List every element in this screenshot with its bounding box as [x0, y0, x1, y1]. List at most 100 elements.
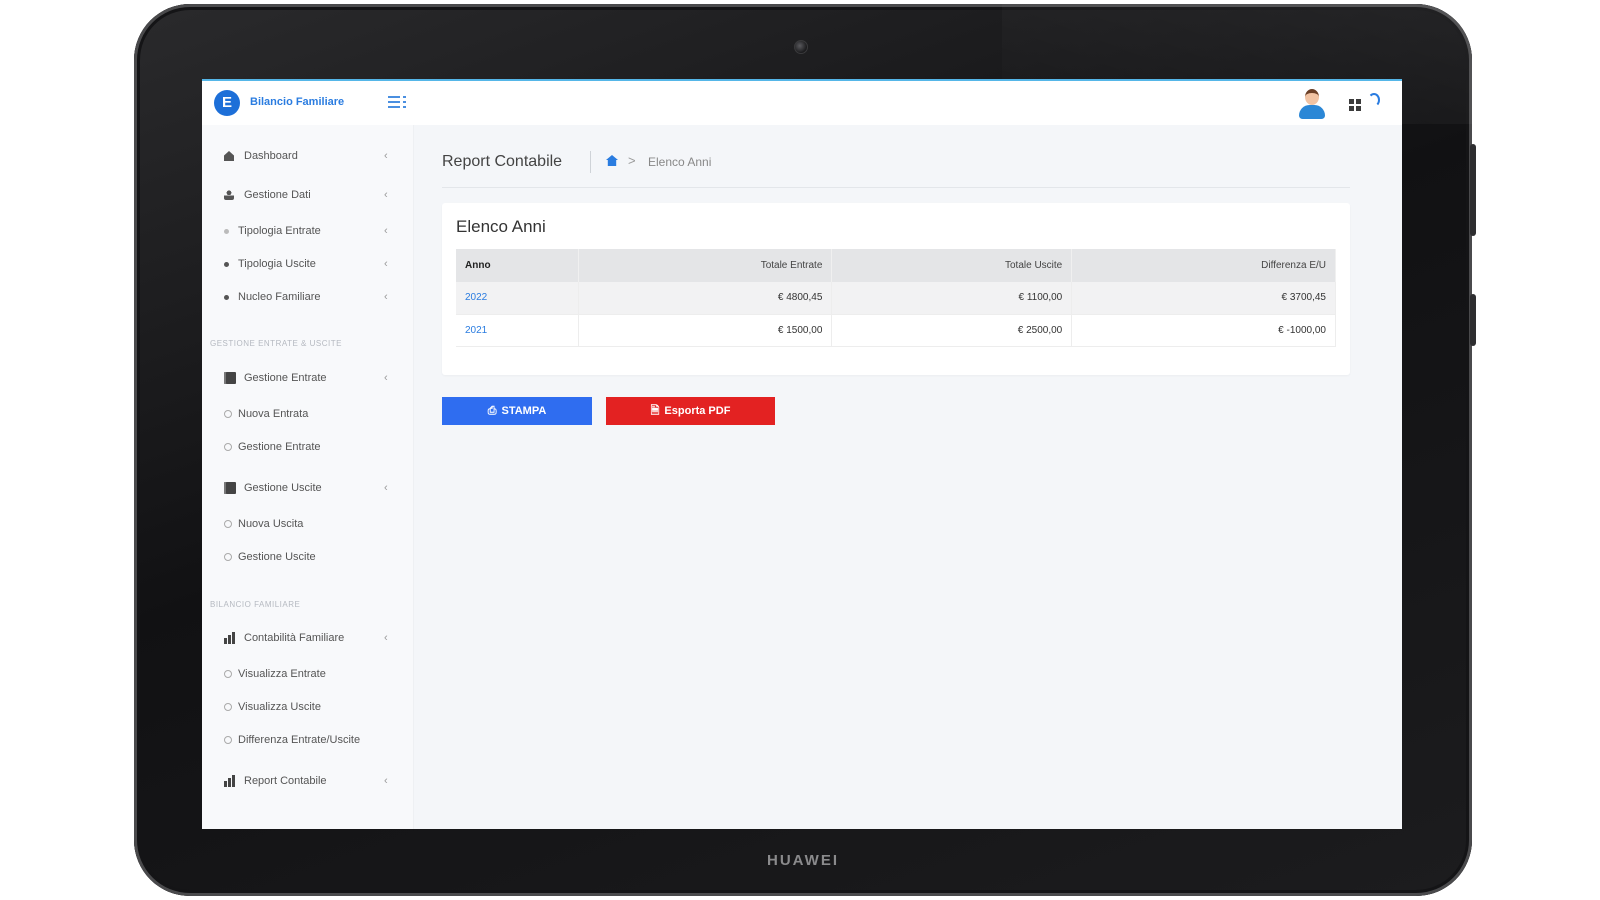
- export-pdf-button[interactable]: 🗎 Esporta PDF: [606, 397, 775, 425]
- dot-icon: [224, 262, 229, 267]
- sidebar-item-tipologia-entrate[interactable]: Tipologia Entrate ‹: [202, 218, 414, 244]
- page-title: Report Contabile: [442, 153, 563, 170]
- chevron-left-icon: ‹: [384, 482, 388, 494]
- sidebar-item-label: Nuova Uscita: [238, 518, 304, 530]
- user-avatar[interactable]: [1297, 89, 1327, 121]
- print-button-label: STAMPA: [501, 405, 547, 417]
- sidebar-item-label: Contabilità Familiare: [244, 632, 345, 644]
- years-card: Elenco Anni Anno Totale Entrate Totale U…: [442, 203, 1350, 375]
- sidebar-subitem-gestione-uscite[interactable]: Gestione Uscite: [202, 544, 414, 570]
- sidebar-item-label: Tipologia Uscite: [238, 258, 316, 270]
- section-label-bilancio: BILANCIO FAMILIARE: [210, 600, 301, 609]
- user-icon: [224, 190, 234, 200]
- sidebar-subitem-nuova-uscita[interactable]: Nuova Uscita: [202, 511, 414, 537]
- top-header: E Bilancio Familiare: [202, 79, 1402, 125]
- sidebar-item-label: Differenza Entrate/Uscite: [238, 734, 361, 746]
- app-logo[interactable]: E: [214, 90, 240, 116]
- app-name[interactable]: Bilancio Familiare: [250, 96, 344, 108]
- sidebar-subitem-nuova-entrata[interactable]: Nuova Entrata: [202, 401, 414, 427]
- menu-toggle-icon[interactable]: [388, 96, 406, 110]
- sidebar-item-report-contabile[interactable]: Report Contabile ‹: [202, 768, 414, 794]
- circle-icon: [224, 410, 232, 418]
- sidebar-subitem-gestione-entrate[interactable]: Gestione Entrate: [202, 434, 414, 460]
- sidebar-item-label: Gestione Dati: [244, 189, 311, 201]
- book-icon: [224, 482, 236, 494]
- sidebar-item-label: Nuova Entrata: [238, 408, 309, 420]
- app-screen: E Bilancio Familiare Dashboard ‹ Gestion…: [202, 79, 1402, 829]
- chevron-left-icon: ‹: [384, 775, 388, 787]
- chevron-left-icon: ‹: [384, 372, 388, 384]
- circle-icon: [224, 736, 232, 744]
- section-label-entrate-uscite: GESTIONE ENTRATE & USCITE: [210, 339, 342, 348]
- column-header-differenza[interactable]: Differenza E/U: [1071, 249, 1336, 282]
- year-link[interactable]: 2021: [465, 325, 487, 336]
- sidebar-item-gestione-entrate[interactable]: Gestione Entrate ‹: [202, 365, 414, 391]
- printer-icon: ⎙: [487, 404, 497, 417]
- entrate-cell: € 1500,00: [578, 314, 833, 347]
- sidebar-item-label: Nucleo Familiare: [238, 291, 321, 303]
- table-header-row: Anno Totale Entrate Totale Uscite Differ…: [456, 249, 1336, 282]
- year-cell: 2021: [456, 314, 579, 347]
- breadcrumb-divider: [590, 151, 591, 173]
- volume-button: [1470, 144, 1476, 236]
- title-divider: [442, 187, 1350, 188]
- circle-icon: [224, 443, 232, 451]
- home-icon: [224, 151, 234, 161]
- dot-icon: [224, 229, 229, 234]
- column-header-totale-uscite[interactable]: Totale Uscite: [831, 249, 1073, 282]
- sidebar-item-label: Tipologia Entrate: [238, 225, 321, 237]
- sidebar-item-gestione-uscite[interactable]: Gestione Uscite ‹: [202, 475, 414, 501]
- chart-icon: [224, 632, 236, 644]
- sidebar-item-label: Gestione Uscite: [238, 551, 316, 563]
- sidebar-item-label: Dashboard: [244, 150, 298, 162]
- main-content: Report Contabile > Elenco Anni Elenco An…: [414, 125, 1402, 829]
- year-link[interactable]: 2022: [465, 292, 487, 303]
- years-table: Anno Totale Entrate Totale Uscite Differ…: [456, 249, 1336, 347]
- sidebar-item-contabilita[interactable]: Contabilità Familiare ‹: [202, 625, 414, 651]
- export-pdf-button-label: Esporta PDF: [664, 405, 731, 417]
- chevron-left-icon: ‹: [384, 189, 388, 201]
- differenza-cell: € 3700,45: [1071, 282, 1336, 315]
- circle-icon: [224, 670, 232, 678]
- sidebar: Dashboard ‹ Gestione Dati ‹ Tipologia En…: [202, 125, 414, 829]
- sidebar-item-dashboard[interactable]: Dashboard ‹: [202, 143, 414, 169]
- entrate-cell: € 4800,45: [578, 282, 833, 315]
- uscite-cell: € 1100,00: [831, 282, 1073, 315]
- sidebar-item-label: Gestione Entrate: [238, 441, 321, 453]
- circle-icon: [224, 520, 232, 528]
- chevron-left-icon: ‹: [384, 291, 388, 303]
- circle-icon: [224, 553, 232, 561]
- sidebar-subitem-visualizza-uscite[interactable]: Visualizza Uscite: [202, 694, 414, 720]
- circle-icon: [224, 703, 232, 711]
- chart-icon: [224, 775, 236, 787]
- chevron-left-icon: ‹: [384, 632, 388, 644]
- column-header-totale-entrate[interactable]: Totale Entrate: [578, 249, 833, 282]
- pdf-file-icon: 🗎: [650, 404, 660, 417]
- sidebar-item-label: Visualizza Uscite: [238, 701, 321, 713]
- sidebar-item-label: Gestione Entrate: [244, 372, 327, 384]
- table-row: 2021 € 1500,00 € 2500,00 € -1000,00: [456, 314, 1336, 347]
- loading-spinner-icon: [1368, 93, 1380, 107]
- sidebar-item-tipologia-uscite[interactable]: Tipologia Uscite ‹: [202, 251, 414, 277]
- sidebar-subitem-differenza[interactable]: Differenza Entrate/Uscite: [202, 727, 414, 753]
- dot-icon: [224, 295, 229, 300]
- apps-grid-icon[interactable]: [1349, 99, 1361, 111]
- sidebar-item-nucleo-familiare[interactable]: Nucleo Familiare ‹: [202, 284, 414, 310]
- sidebar-item-label: Report Contabile: [244, 775, 327, 787]
- home-icon[interactable]: [606, 155, 618, 166]
- differenza-cell: € -1000,00: [1071, 314, 1336, 347]
- device-brand: HUAWEI: [767, 852, 839, 869]
- sidebar-subitem-visualizza-entrate[interactable]: Visualizza Entrate: [202, 661, 414, 687]
- year-cell: 2022: [456, 282, 579, 315]
- chevron-left-icon: ‹: [384, 258, 388, 270]
- chevron-right-icon: >: [628, 153, 636, 168]
- column-header-anno[interactable]: Anno: [456, 249, 579, 282]
- card-title: Elenco Anni: [456, 217, 546, 236]
- chevron-left-icon: ‹: [384, 225, 388, 237]
- print-button[interactable]: ⎙ STAMPA: [442, 397, 592, 425]
- front-camera: [794, 40, 808, 54]
- book-icon: [224, 372, 236, 384]
- sidebar-item-label: Gestione Uscite: [244, 482, 322, 494]
- breadcrumb-current: Elenco Anni: [648, 155, 712, 169]
- sidebar-item-gestione-dati[interactable]: Gestione Dati ‹: [202, 182, 414, 208]
